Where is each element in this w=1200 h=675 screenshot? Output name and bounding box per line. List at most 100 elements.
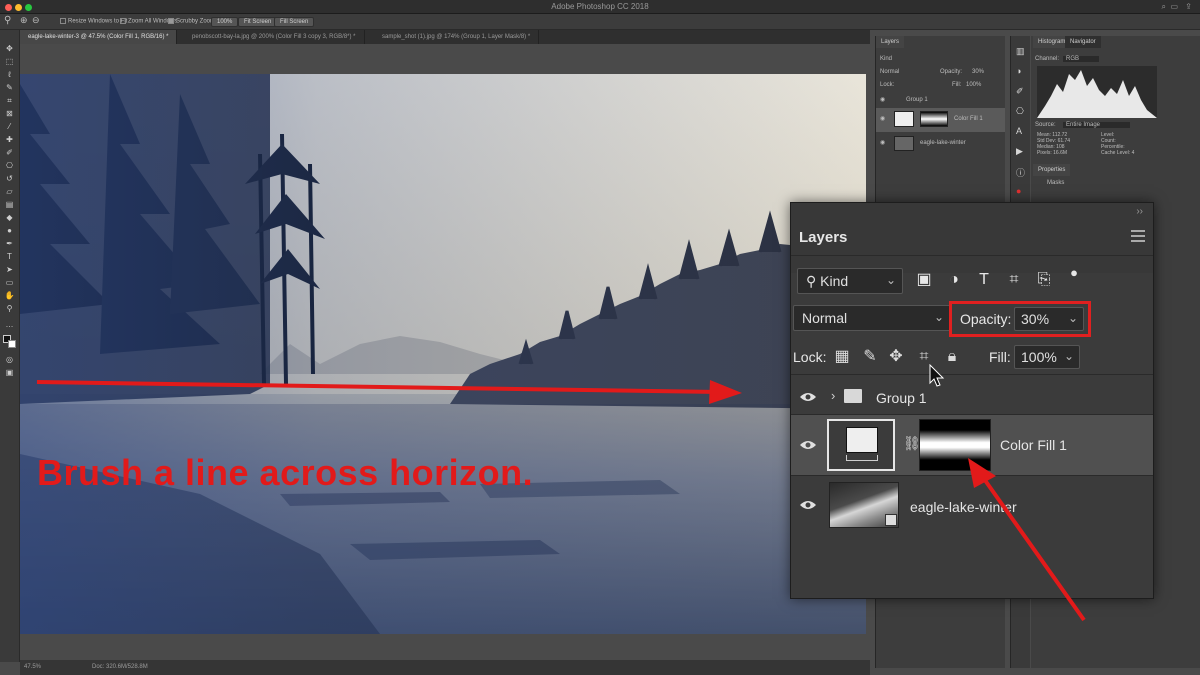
frame-tool-icon[interactable]: ⊠ <box>4 109 15 118</box>
lock-position-icon[interactable]: ✥ <box>886 347 906 367</box>
pen-tool-icon[interactable]: ✒ <box>4 239 15 248</box>
brush-tool-icon[interactable]: ✐ <box>4 148 15 157</box>
type-tool-icon[interactable]: T <box>4 252 15 261</box>
path-select-tool-icon[interactable]: ➤ <box>4 265 15 274</box>
opacity-value-small[interactable]: 30% <box>972 69 984 75</box>
zoom-tool-icon[interactable]: ⚲ <box>4 15 11 26</box>
filter-toggle-icon[interactable]: ● <box>1064 263 1084 283</box>
layer-row-group-small[interactable]: ◉ Group 1 <box>876 94 1005 108</box>
tab-eagle-lake[interactable]: eagle-lake-winter-3 @ 47.5% (Color Fill … <box>20 30 178 44</box>
brush-panel-icon[interactable]: ✐ <box>1016 86 1024 97</box>
fill-layer-thumbnail[interactable] <box>827 419 895 471</box>
mouse-cursor-icon <box>929 364 945 387</box>
workspace-icon[interactable]: ▭ <box>1170 2 1178 11</box>
image-layer-thumbnail[interactable] <box>829 482 899 528</box>
zoom-tool-icon[interactable]: ⚲ <box>4 304 15 313</box>
fill-value-small[interactable]: 100% <box>966 82 981 88</box>
background-color-swatch[interactable] <box>8 340 16 348</box>
gradient-tool-icon[interactable]: ▤ <box>4 200 15 209</box>
tab-sample-shot[interactable]: sample_shot (1).jpg @ 174% (Group 1, Lay… <box>374 30 540 44</box>
zoom-readout[interactable]: 47.5% <box>24 664 41 670</box>
history-brush-tool-icon[interactable]: ↺ <box>4 174 15 183</box>
crop-tool-icon[interactable]: ⌗ <box>4 96 15 105</box>
blend-mode-dropdown[interactable]: Normal ⌄ <box>793 305 951 331</box>
eraser-tool-icon[interactable]: ▱ <box>4 187 15 196</box>
doc-size-readout[interactable]: Doc: 320.6M/528.8M <box>92 664 148 670</box>
search-icon: ⚲ <box>806 273 817 289</box>
layer-name: Group 1 <box>906 97 928 103</box>
lasso-tool-icon[interactable]: ℓ <box>4 70 15 79</box>
lock-image-pixels-icon[interactable]: ✎ <box>860 347 880 367</box>
folder-icon <box>844 389 862 403</box>
tools-panel: ✥ ⬚ ℓ ✎ ⌗ ⊠ ⁄ ✚ ✐ ⎔ ↺ ▱ ▤ ◆ ● ✒ T ➤ ▭ ✋ … <box>0 30 20 662</box>
chevron-down-icon: ⌄ <box>933 310 944 324</box>
mask-thumbnail[interactable] <box>920 111 948 127</box>
eye-icon[interactable] <box>799 499 817 511</box>
quick-select-tool-icon[interactable]: ✎ <box>4 83 15 92</box>
pixel-filter-icon[interactable]: ▣ <box>914 270 934 290</box>
resize-windows-checkbox[interactable]: Resize Windows to Fit <box>60 18 127 25</box>
lock-all-icon[interactable]: 🔒︎ <box>942 347 962 367</box>
hand-tool-icon[interactable]: ✋ <box>4 291 15 300</box>
fill-input[interactable]: 100% ⌄ <box>1014 345 1080 369</box>
fill-screen-button[interactable]: Fill Screen <box>274 17 315 27</box>
panel-menu-icon[interactable] <box>1131 230 1145 242</box>
tab-penobscott[interactable]: penobscott-bay-la.jpg @ 200% (Color Fill… <box>184 30 365 44</box>
marquee-tool-icon[interactable]: ⬚ <box>4 57 15 66</box>
zoom-out-icon[interactable]: ⊖ <box>32 15 40 26</box>
shape-filter-icon[interactable]: ⌗ <box>1004 270 1024 290</box>
blur-tool-icon[interactable]: ◆ <box>4 213 15 222</box>
zoom-100-button[interactable]: 100% <box>211 17 239 27</box>
share-icon[interactable]: ⇪ <box>1185 2 1192 11</box>
document-canvas[interactable] <box>20 74 866 634</box>
dodge-tool-icon[interactable]: ● <box>4 226 15 235</box>
scrubby-zoom-checkbox[interactable]: Scrubby Zoom <box>168 18 215 25</box>
screen-mode-icon[interactable]: ▣ <box>4 368 15 377</box>
layer-row-group-1[interactable]: › Group 1 <box>791 380 1153 414</box>
eye-icon[interactable] <box>799 439 817 451</box>
character-panel-icon[interactable]: A <box>1016 126 1022 136</box>
histogram-panel-icon[interactable]: ▥ <box>1016 46 1025 57</box>
tab-properties[interactable]: Properties <box>1033 164 1071 176</box>
eye-icon[interactable]: ◉ <box>880 139 885 146</box>
clone-stamp-tool-icon[interactable]: ⎔ <box>4 161 15 170</box>
more-tools-icon[interactable]: … <box>4 320 15 329</box>
search-icon[interactable]: ⌕ <box>1162 2 1166 12</box>
eye-icon[interactable]: ◉ <box>880 115 885 122</box>
shape-tool-icon[interactable]: ▭ <box>4 278 15 287</box>
move-tool-icon[interactable]: ✥ <box>4 44 15 53</box>
channel-select[interactable]: RGB <box>1063 56 1100 62</box>
kind-filter-small[interactable]: Kind <box>880 56 892 62</box>
layer-row-image-small[interactable]: ◉ eagle-lake-winter <box>876 134 1005 154</box>
info-panel-icon[interactable]: ⓘ <box>1016 166 1025 179</box>
opacity-highlight-box <box>949 301 1091 337</box>
actions-panel-icon[interactable]: ▶ <box>1016 146 1023 157</box>
kind-filter-dropdown[interactable]: ⚲ Kind ⌄ <box>797 268 903 294</box>
layer-thumbnail <box>894 111 914 127</box>
fill-adjustment-icon <box>846 455 878 461</box>
record-icon[interactable]: ● <box>1016 186 1021 196</box>
clone-source-icon[interactable]: ⎔ <box>1016 106 1024 117</box>
layer-name: eagle-lake-winter <box>920 140 966 146</box>
eyedropper-tool-icon[interactable]: ⁄ <box>4 122 15 131</box>
lock-transparent-pixels-icon[interactable]: ▦ <box>832 347 852 367</box>
annotation-arrow-to-mask <box>968 458 1086 622</box>
layer-row-colorfill-small[interactable]: ◉ Color Fill 1 <box>876 108 1005 132</box>
fit-screen-button[interactable]: Fit Screen <box>238 17 278 27</box>
blend-mode-small[interactable]: Normal <box>880 69 899 75</box>
collapse-panel-icon[interactable]: ›› <box>1136 206 1143 217</box>
smart-object-filter-icon[interactable]: ⎘ <box>1034 270 1054 290</box>
tab-layers[interactable]: Layers <box>876 36 905 48</box>
eye-icon[interactable] <box>799 391 817 403</box>
layer-name-color-fill-1: Color Fill 1 <box>1000 437 1067 453</box>
source-select[interactable]: Entire Image <box>1063 122 1131 128</box>
tab-navigator[interactable]: Navigator <box>1065 36 1101 48</box>
quick-mask-icon[interactable]: ◎ <box>4 355 15 364</box>
chevron-right-icon[interactable]: › <box>831 388 835 403</box>
zoom-in-icon[interactable]: ⊕ <box>20 15 28 26</box>
adjustments-panel-icon[interactable]: ◑ <box>1016 66 1021 76</box>
type-filter-icon[interactable]: T <box>974 270 994 290</box>
healing-tool-icon[interactable]: ✚ <box>4 135 15 144</box>
eye-icon[interactable]: ◉ <box>880 96 885 103</box>
adjustment-filter-icon[interactable]: ◑ <box>944 270 964 290</box>
